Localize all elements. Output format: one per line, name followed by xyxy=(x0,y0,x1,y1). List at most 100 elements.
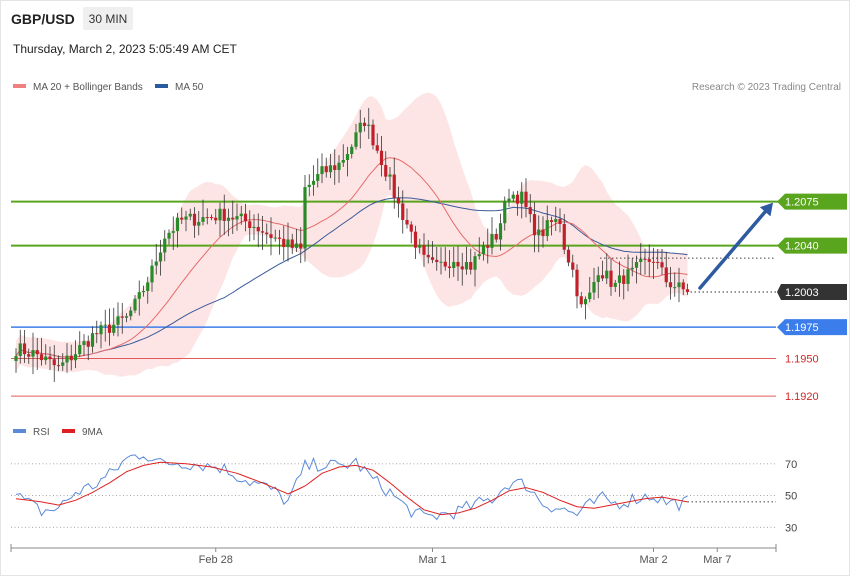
candle-body xyxy=(685,289,690,293)
candle-body xyxy=(286,239,290,248)
candle-body xyxy=(124,316,129,318)
candle-body xyxy=(167,232,171,239)
candle-body xyxy=(413,231,418,248)
candle-body xyxy=(248,221,252,229)
candle-body xyxy=(73,354,78,361)
candle-body xyxy=(107,324,112,333)
candle-body xyxy=(303,187,307,249)
candle-body xyxy=(209,217,214,219)
candle-body xyxy=(146,282,150,292)
support-price-label: 1.1975 xyxy=(785,322,819,334)
candle-body xyxy=(532,214,537,236)
candle-body xyxy=(333,165,337,170)
candle-body xyxy=(320,166,324,175)
candle-body xyxy=(205,217,209,219)
candle-body xyxy=(307,184,311,188)
candle-body xyxy=(86,341,90,347)
candle-body xyxy=(226,217,231,221)
candle-body xyxy=(673,287,677,289)
candle-body xyxy=(375,145,379,151)
chart-canvas: GBP/USD 30 MIN Thursday, March 2, 2023 5… xyxy=(0,0,850,576)
candle-body xyxy=(558,219,562,225)
candle-body xyxy=(239,213,243,217)
candle-body xyxy=(269,234,273,239)
minor-support-label: 1.1920 xyxy=(785,391,819,403)
candle-body xyxy=(507,198,511,202)
candle-body xyxy=(112,324,116,333)
candle-body xyxy=(613,282,617,287)
candle-body xyxy=(401,203,405,220)
candle-body xyxy=(260,231,265,233)
candle-body xyxy=(537,229,541,236)
candle-body xyxy=(95,333,99,335)
candle-body xyxy=(82,341,86,346)
candle-body xyxy=(473,256,477,270)
legend-rsi-label: RSI xyxy=(33,427,50,438)
candle-body xyxy=(528,207,532,215)
candle-body xyxy=(477,254,481,257)
candle-body xyxy=(388,174,392,177)
candle-body xyxy=(150,265,154,283)
candle-body xyxy=(418,245,422,248)
candle-body xyxy=(498,223,503,240)
candle-body xyxy=(443,261,447,267)
candle-body xyxy=(197,221,201,226)
candle-body xyxy=(231,217,235,220)
candle-body xyxy=(596,275,600,283)
candle-body xyxy=(520,191,524,204)
candle-body xyxy=(137,292,141,299)
candle-body xyxy=(133,298,137,311)
candle-body xyxy=(294,243,299,248)
symbol-title: GBP/USD xyxy=(11,11,75,27)
candle-body xyxy=(639,258,643,263)
candle-body xyxy=(282,238,286,248)
candle-body xyxy=(592,282,596,293)
candle-body xyxy=(571,262,575,270)
legend-ma50-label: MA 50 xyxy=(175,82,204,93)
candle-body xyxy=(175,217,180,232)
legend-rsi-ma-label: 9MA xyxy=(82,427,103,438)
candle-body xyxy=(405,219,409,225)
candle-body xyxy=(31,350,35,357)
candle-body xyxy=(541,229,545,237)
candle-body xyxy=(609,270,613,287)
candle-body xyxy=(22,343,27,355)
candle-body xyxy=(430,257,435,260)
candle-body xyxy=(600,275,605,279)
legend-ma20-swatch xyxy=(13,84,26,88)
candle-body xyxy=(549,220,554,223)
candle-body xyxy=(605,270,609,279)
candle-body xyxy=(630,267,634,270)
legend-ma50-swatch xyxy=(155,84,168,88)
candle-body xyxy=(44,356,48,361)
candle-body xyxy=(664,267,668,283)
candle-body xyxy=(503,201,507,224)
candle-body xyxy=(290,239,294,248)
candle-body xyxy=(643,258,647,260)
candle-body xyxy=(494,233,498,240)
minor-support-label: 1.1950 xyxy=(785,354,819,366)
research-credit: Research © 2023 Trading Central xyxy=(692,82,841,93)
candle-body xyxy=(354,132,358,147)
candle-body xyxy=(481,245,486,255)
candle-body xyxy=(277,237,282,239)
resistance-price-label: 1.2040 xyxy=(785,241,819,253)
candle-body xyxy=(61,362,65,366)
candle-body xyxy=(486,245,490,248)
candle-body xyxy=(583,299,588,305)
x-axis-tick-label: Mar 7 xyxy=(703,554,731,566)
candle-body xyxy=(426,254,430,258)
candle-body xyxy=(384,165,388,177)
candle-body xyxy=(120,316,124,318)
candle-body xyxy=(358,122,362,133)
candle-body xyxy=(299,243,303,249)
candle-body xyxy=(439,261,443,263)
candle-body xyxy=(35,350,39,355)
candle-body xyxy=(554,219,558,223)
candle-body xyxy=(634,262,639,268)
candle-body xyxy=(647,259,651,262)
candle-body xyxy=(566,249,571,263)
candle-body xyxy=(396,197,401,204)
candle-body xyxy=(464,262,469,270)
resistance-price-label: 1.2075 xyxy=(785,197,819,209)
